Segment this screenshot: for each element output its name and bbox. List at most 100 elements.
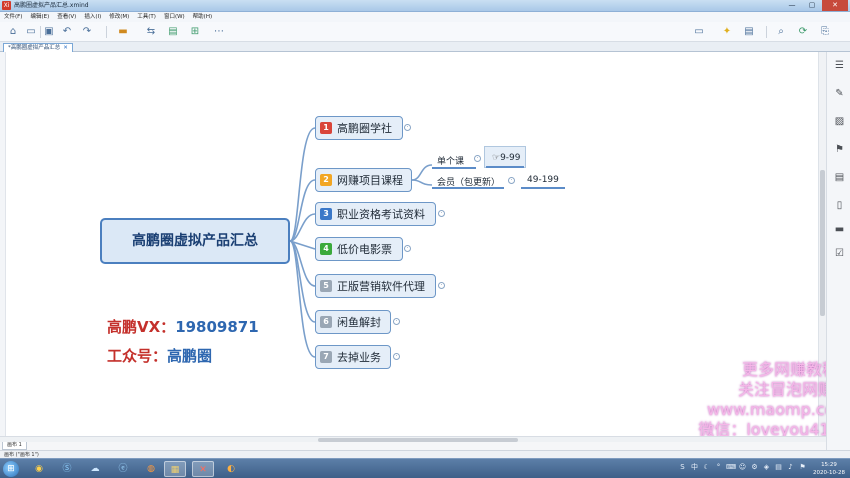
language-indicator[interactable]: 中 [690, 463, 699, 472]
settings-icon[interactable]: ⚙ [750, 463, 759, 472]
close-window-button[interactable]: ✕ [822, 0, 848, 11]
priority-4-icon: 4 [320, 243, 332, 255]
priority-5-icon: 5 [320, 280, 332, 292]
collapse-icon[interactable]: · [438, 210, 445, 217]
close-tab-icon[interactable]: ✕ [63, 45, 68, 51]
topic-icon[interactable]: ▬ [116, 25, 130, 39]
subtopic-single-course-price[interactable]: ☞9-99 [492, 153, 521, 163]
collapse-icon[interactable]: · [474, 155, 481, 162]
menu-edit[interactable]: 编辑(E) [30, 12, 49, 22]
undo-icon[interactable]: ↶ [60, 25, 74, 39]
export-icon[interactable]: ⎘ [818, 25, 832, 39]
toolbar: ⌂ ▭ ▣ ↶ ↷ ▬ ⇆ ▤ ⊞ ⋯ ▭ ✦ ▤ ⌕ ⟳ ⎘ [0, 22, 850, 42]
punctuation-icon[interactable]: ° [714, 463, 723, 472]
xmind-taskbar-icon[interactable]: ✕ [192, 461, 214, 477]
menu-modify[interactable]: 修改(M) [109, 12, 129, 22]
promo-wechat: 高鹏VX：19809871 [107, 316, 259, 337]
boundary-icon[interactable]: ⊞ [188, 25, 202, 39]
topic-label: 去掉业务 [337, 351, 381, 364]
volume-icon[interactable]: ♪ [786, 463, 795, 472]
sogou-icon[interactable]: Ⓢ [56, 461, 78, 477]
shield-icon[interactable]: ◈ [762, 463, 771, 472]
windows-taskbar: ⊞ ◉ Ⓢ ☁ ⓔ ◍ ▦ ✕ ◐ S 中 ☾ ° ⌨ ☺ ⚙ ◈ ▤ ♪ ⚑ … [0, 458, 850, 478]
menu-view[interactable]: 查看(V) [57, 12, 76, 22]
subtopic-single-course[interactable]: 单个课 [437, 154, 464, 167]
firefox-icon[interactable]: ◍ [140, 461, 162, 477]
save-icon[interactable]: ▣ [42, 25, 56, 39]
outline-panel-icon[interactable]: ☰ [834, 60, 845, 71]
presentation-icon[interactable]: ▭ [692, 25, 706, 39]
format-brush-icon[interactable]: ✎ [834, 88, 845, 99]
sheet-tabs: 画布 1 [0, 442, 826, 450]
notes-icon[interactable]: ▤ [834, 172, 845, 183]
topic-1[interactable]: 1 高鹏圈学社 [315, 116, 403, 140]
minimize-button[interactable]: — [782, 0, 802, 11]
topic-7[interactable]: 7 去掉业务 [315, 345, 391, 369]
central-topic[interactable]: 高鹏圈虚拟产品汇总 [100, 218, 290, 264]
collapse-icon[interactable]: · [393, 353, 400, 360]
network-icon[interactable]: ▤ [774, 463, 783, 472]
document-icon[interactable]: ▯ [834, 200, 845, 211]
task-icon[interactable]: ☑ [834, 248, 845, 259]
menu-file[interactable]: 文件(F) [4, 12, 22, 22]
keyboard-icon[interactable]: ⌨ [726, 463, 736, 472]
maximize-button[interactable]: ▢ [802, 0, 822, 11]
tab-document[interactable]: *高鹏圈虚拟产品汇总 ✕ [3, 43, 73, 52]
home-icon[interactable]: ⌂ [6, 25, 20, 39]
chrome-icon[interactable]: ◉ [28, 461, 50, 477]
topic-4[interactable]: 4 低价电影票 [315, 237, 403, 261]
redo-icon[interactable]: ↷ [80, 25, 94, 39]
system-clock[interactable]: 15:29 2020-10-28 [812, 461, 846, 477]
share-icon[interactable]: ⟳ [796, 25, 810, 39]
clock-date: 2020-10-28 [813, 470, 845, 476]
menu-window[interactable]: 窗口(W) [164, 12, 185, 22]
comment-icon[interactable]: ▬ [834, 224, 845, 235]
idea-icon[interactable]: ✦ [720, 25, 734, 39]
subtopic-underline [432, 187, 504, 189]
user-icon[interactable]: ☺ [738, 463, 747, 472]
topic-3[interactable]: 3 职业资格考试资料 [315, 202, 436, 226]
menu-tools[interactable]: 工具(T) [137, 12, 156, 22]
promo-account-label: 工众号： [107, 347, 168, 365]
image-icon[interactable]: ▨ [834, 116, 845, 127]
watermark: 更多网赚教程 关注冒泡网赚 www.maomp.com 微信：loveyou41… [680, 360, 850, 440]
sogou-tray-icon[interactable]: S [678, 463, 687, 472]
collapse-icon[interactable]: · [508, 177, 515, 184]
collapse-icon[interactable]: · [393, 318, 400, 325]
sheet-tab-1[interactable]: 画布 1 [2, 442, 27, 450]
collapse-icon[interactable]: · [404, 245, 411, 252]
flag-icon[interactable]: ⚑ [798, 463, 807, 472]
outline-icon[interactable]: ▤ [742, 25, 756, 39]
menu-insert[interactable]: 插入(I) [84, 12, 101, 22]
clock-time: 15:29 [821, 462, 837, 468]
menu-help[interactable]: 帮助(H) [193, 12, 212, 22]
watermark-line: 更多网赚教程 [741, 360, 838, 379]
promo-wechat-value: 19809871 [175, 318, 259, 336]
start-button[interactable]: ⊞ [3, 461, 19, 477]
media-icon[interactable]: ◐ [220, 461, 242, 477]
more-icon[interactable]: ⋯ [212, 25, 226, 39]
relationship-icon[interactable]: ▤ [166, 25, 180, 39]
moon-icon[interactable]: ☾ [702, 463, 711, 472]
topic-6[interactable]: 6 闲鱼解封 [315, 310, 391, 334]
topic-2[interactable]: 2 网赚项目课程 [315, 168, 412, 192]
collapse-icon[interactable]: · [404, 124, 411, 131]
left-ruler [0, 52, 6, 436]
window-title: 高鹏圈虚拟产品汇总.xmind [14, 2, 89, 9]
new-file-icon[interactable]: ▭ [24, 25, 38, 39]
subtopic-membership-price[interactable]: 49-199 [527, 175, 559, 185]
menu-bar: 文件(F) 编辑(E) 查看(V) 插入(I) 修改(M) 工具(T) 窗口(W… [0, 12, 850, 22]
right-side-panel: ☰ ✎ ▨ ⚑ ▤ ▯ ▬ ☑ [826, 52, 850, 458]
marker-flag-icon[interactable]: ⚑ [834, 144, 845, 155]
cloud-icon[interactable]: ☁ [84, 461, 106, 477]
topic-label: 高鹏圈学社 [337, 122, 392, 135]
promo-official-account: 工众号：高鹏圈 [107, 345, 212, 366]
ie-icon[interactable]: ⓔ [112, 461, 134, 477]
vertical-scroll-thumb[interactable] [820, 170, 825, 316]
collapse-icon[interactable]: · [438, 282, 445, 289]
topic-5[interactable]: 5 正版营销软件代理 [315, 274, 436, 298]
explorer-icon[interactable]: ▦ [164, 461, 186, 477]
search-icon[interactable]: ⌕ [774, 25, 788, 39]
priority-1-icon: 1 [320, 122, 332, 134]
subtopic-icon[interactable]: ⇆ [144, 25, 158, 39]
